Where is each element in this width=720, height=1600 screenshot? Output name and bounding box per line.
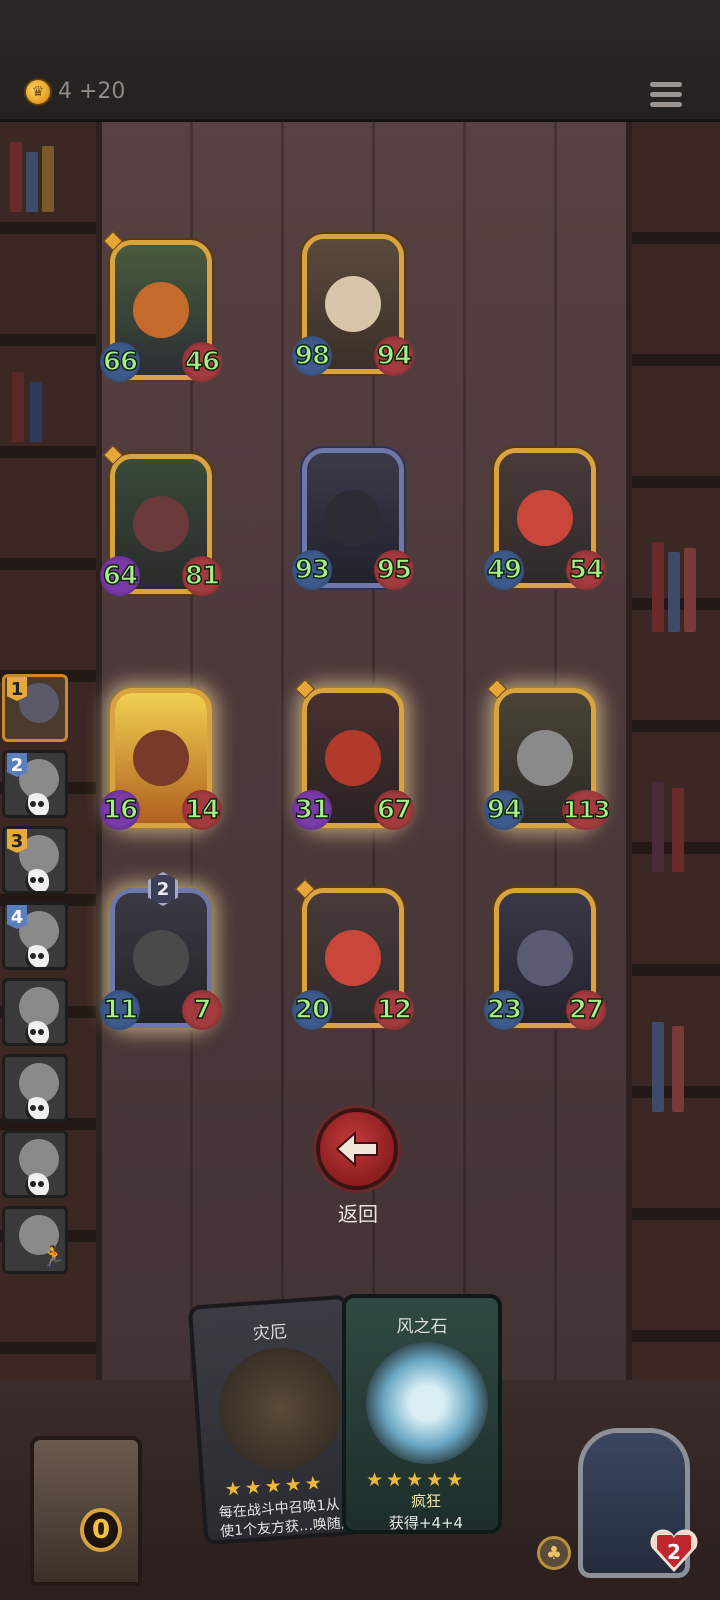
roster-slot[interactable]: [2, 1054, 68, 1122]
unit-card-red-hood-assassin[interactable]: 31 67: [292, 679, 414, 836]
attack-stat: 11: [100, 990, 140, 1030]
health-stat: 7: [182, 990, 222, 1030]
unit-card-red-hair-mystic[interactable]: 49 54: [484, 444, 606, 596]
back-button[interactable]: [316, 1108, 398, 1190]
attack-stat: 66: [100, 342, 140, 382]
star-icon: ★: [366, 1469, 384, 1491]
chest-count: 0: [80, 1508, 122, 1552]
skull-icon: [25, 1021, 49, 1043]
roster-slot[interactable]: [2, 978, 68, 1046]
bookshelf-right: [632, 122, 720, 1422]
unit-card-fire-brute[interactable]: 16 14: [100, 684, 222, 836]
health-stat: 14: [182, 790, 222, 830]
attack-stat: 98: [292, 336, 332, 376]
roster-slot[interactable]: [2, 1130, 68, 1198]
health-stat: 81: [182, 556, 222, 596]
star-icon: ★: [406, 1469, 424, 1491]
health-stat: 67: [374, 790, 414, 830]
card-disaster[interactable]: 灾厄 ★ ★ ★ ★ ★ 每在战斗中召唤1从，使1个友方获…唤随从的属性: [187, 1294, 365, 1546]
attack-stat: 16: [100, 790, 140, 830]
star-icon: ★: [283, 1473, 303, 1497]
skull-icon: [25, 1097, 49, 1119]
unit-card-shield-guard[interactable]: 2 11 7: [100, 872, 222, 1036]
roster-rank: 2: [7, 753, 27, 777]
skull-icon: [25, 1173, 49, 1195]
attack-stat: 94: [484, 790, 524, 830]
menu-icon[interactable]: [650, 82, 682, 112]
card-art: [215, 1343, 346, 1474]
card-title: 灾厄: [252, 1322, 288, 1345]
star-icon: ★: [303, 1471, 323, 1496]
health-stat: 54: [566, 550, 606, 590]
attack-stat: 93: [292, 550, 332, 590]
health-stat: 27: [566, 990, 606, 1030]
roster-rank: 1: [7, 677, 27, 701]
card-wind-stone[interactable]: 风之石 ★ ★ ★ ★ ★ 疯狂 获得+4+4: [342, 1294, 502, 1534]
star-icon: ★: [386, 1469, 404, 1491]
roster-slot[interactable]: 3: [2, 826, 68, 894]
runner-icon: 🏃: [41, 1244, 66, 1268]
unit-card-rat-bandit[interactable]: 23 27: [484, 884, 606, 1036]
health-stat: 95: [374, 550, 414, 590]
star-icon: ★: [426, 1469, 444, 1491]
card-keyword: 疯狂: [410, 1492, 441, 1510]
attack-stat: 20: [292, 990, 332, 1030]
back-label: 返回: [338, 1202, 378, 1226]
gold-coin-icon: ♛: [24, 78, 52, 106]
health-stat: 113: [562, 790, 611, 830]
card-title: 风之石: [396, 1317, 448, 1337]
attack-stat: 23: [484, 990, 524, 1030]
arrow-left-icon: [335, 1130, 378, 1168]
gold-income: +20: [79, 79, 126, 104]
star-rating: ★ ★ ★ ★ ★: [366, 1470, 463, 1490]
unit-card-armored-knight[interactable]: 94 113: [484, 679, 611, 836]
star-icon: ★: [223, 1477, 243, 1501]
tree-icon[interactable]: ♣: [537, 1536, 571, 1570]
roster-rank: 4: [7, 905, 27, 929]
attack-stat: 49: [484, 550, 524, 590]
card-art: [366, 1342, 488, 1464]
star-icon: ★: [243, 1476, 263, 1500]
star-rating: ★ ★ ★ ★ ★: [223, 1471, 323, 1501]
health-stat: 12: [374, 990, 414, 1030]
attack-stat: 31: [292, 790, 332, 830]
unit-card-hooded-rogue[interactable]: 93 95: [292, 444, 414, 596]
skull-icon: [25, 869, 49, 891]
roster-slot[interactable]: 2: [2, 750, 68, 818]
roster-slot[interactable]: 🏃: [2, 1206, 68, 1274]
roster-slot[interactable]: 4: [2, 902, 68, 970]
roster-rank: 3: [7, 829, 27, 853]
star-icon: ★: [263, 1474, 283, 1498]
health-stat: 94: [374, 336, 414, 376]
health-stat: 46: [182, 342, 222, 382]
gold-amount: 4: [58, 79, 72, 104]
unit-card-boar[interactable]: 64 81: [100, 445, 222, 602]
skull-icon: [25, 793, 49, 815]
skull-icon: [25, 945, 49, 967]
unit-card-pumpkin-lock[interactable]: 66 46: [100, 231, 222, 388]
top-bar: ♛ 4 +20: [0, 0, 720, 122]
roster-slot[interactable]: 1: [2, 674, 68, 742]
star-icon: ★: [446, 1469, 464, 1491]
card-description: 获得+4+4: [388, 1514, 464, 1532]
treasure-chest[interactable]: [30, 1436, 142, 1586]
gold-display: 4 +20: [58, 79, 125, 104]
unit-card-red-hair-mystic-2[interactable]: 20 12: [292, 879, 414, 1036]
unit-card-old-woman[interactable]: 98 94: [292, 230, 414, 382]
attack-stat: 64: [100, 556, 140, 596]
